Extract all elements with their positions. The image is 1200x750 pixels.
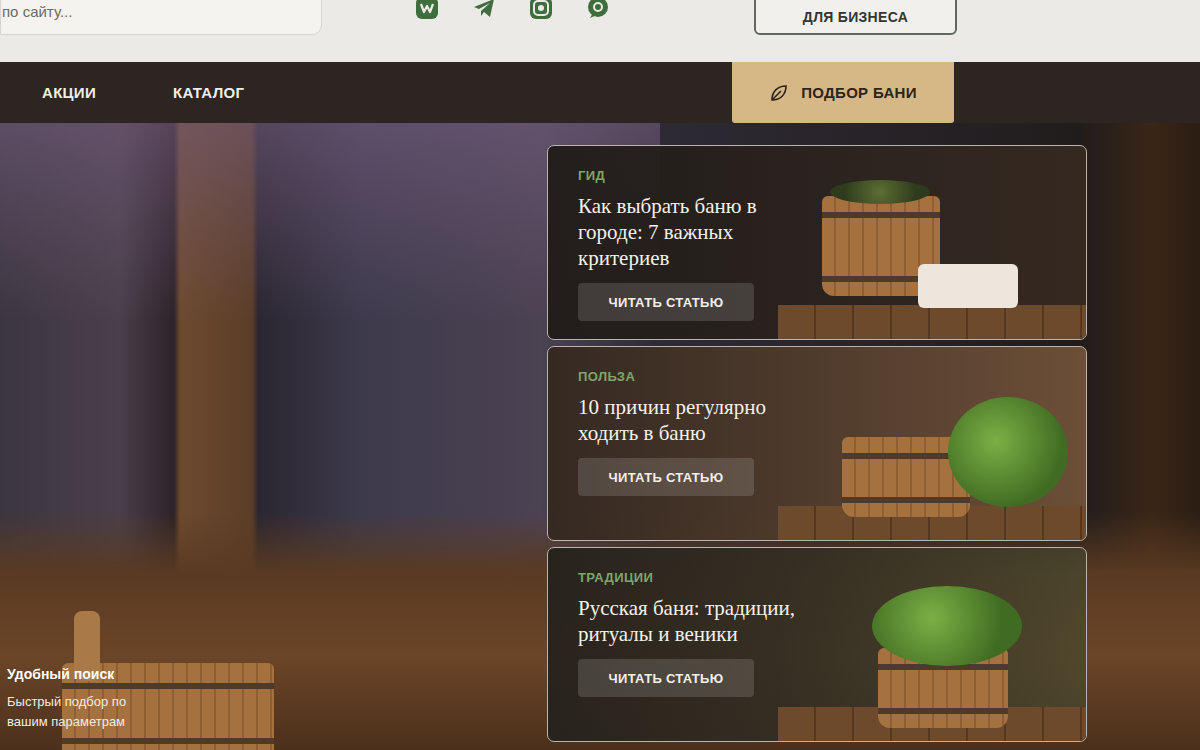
social-links xyxy=(415,0,610,20)
article-card[interactable]: ТРАДИЦИИ Русская баня: традиции, ритуалы … xyxy=(547,547,1087,742)
article-title[interactable]: Русская баня: традиции, ритуалы и веники xyxy=(578,595,800,647)
feature-text: Быстрый подбор по вашим параметрам xyxy=(7,692,157,732)
telegram-icon[interactable] xyxy=(472,0,496,20)
feature-title: Удобный поиск xyxy=(7,666,547,682)
search-field[interactable] xyxy=(0,0,322,35)
pick-bath-button[interactable]: ПОДБОР БАНИ xyxy=(732,62,954,123)
article-list: ГИД Как выбрать баню в городе: 7 важных к… xyxy=(547,123,1087,750)
instagram-icon[interactable] xyxy=(529,0,553,20)
article-category: ТРАДИЦИИ xyxy=(578,570,778,585)
article-card[interactable]: ПОЛЬЗА 10 причин регулярно ходить в баню Ч… xyxy=(547,346,1087,541)
article-body: ПОЛЬЗА10 причин регулярно ходить в банюЧ… xyxy=(548,347,778,540)
article-title[interactable]: Как выбрать баню в городе: 7 важных крит… xyxy=(578,193,800,271)
article-body: ГИДКак выбрать баню в городе: 7 важных к… xyxy=(548,146,778,339)
nav-item[interactable]: АКЦИИ xyxy=(42,84,96,101)
read-article-button[interactable]: ЧИТАТЬ СТАТЬЮ xyxy=(578,283,754,321)
read-article-button[interactable]: ЧИТАТЬ СТАТЬЮ xyxy=(578,458,754,496)
article-category: ПОЛЬЗА xyxy=(578,369,778,384)
vk-icon[interactable] xyxy=(415,0,439,20)
article-body: ТРАДИЦИИРусская баня: традиции, ритуалы … xyxy=(548,548,778,741)
nav-items: АКЦИИ КАТАЛОГ xyxy=(0,62,732,123)
article-picture xyxy=(778,548,1086,741)
top-bar: ДЛЯ БИЗНЕСА xyxy=(0,0,1200,62)
article-category: ГИД xyxy=(578,168,778,183)
article-picture xyxy=(778,146,1086,339)
feature-block: Удобный поиск Быстрый подбор по вашим пар… xyxy=(0,123,547,750)
nav-item[interactable]: КАТАЛОГ xyxy=(173,84,244,101)
article-card[interactable]: ГИД Как выбрать баню в городе: 7 важных к… xyxy=(547,145,1087,340)
business-button[interactable]: ДЛЯ БИЗНЕСА xyxy=(754,0,957,35)
read-article-button[interactable]: ЧИТАТЬ СТАТЬЮ xyxy=(578,659,754,697)
article-picture xyxy=(778,347,1086,540)
article-title[interactable]: 10 причин регулярно ходить в баню xyxy=(578,394,800,446)
leaf-icon xyxy=(769,83,789,103)
pick-bath-label: ПОДБОР БАНИ xyxy=(801,84,917,101)
chat-icon[interactable] xyxy=(586,0,610,20)
main-nav: АКЦИИ КАТАЛОГ ПОДБОР БАНИ xyxy=(0,62,1200,123)
hero: Удобный поиск Быстрый подбор по вашим пар… xyxy=(0,123,1200,750)
